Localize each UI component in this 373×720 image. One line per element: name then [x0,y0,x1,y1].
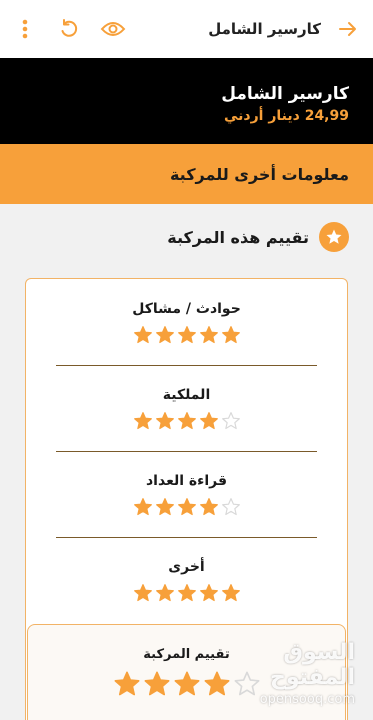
rating-item-label: أخرى [168,559,205,575]
rating-item: الملكية [26,387,347,431]
watermark-latin: opensooq.com [259,692,355,707]
product-banner: كارسير الشامل 24,99 دينار أردني [0,58,373,144]
back-button[interactable] [335,16,361,42]
refresh-icon [61,19,78,37]
rating-item: أخرى [26,559,347,603]
eye-icon [100,22,126,36]
section-title: معلومات أخرى للمركبة [169,164,349,184]
product-name: كارسير الشامل [221,84,349,104]
divider [56,537,317,538]
top-bar: كارسير الشامل [0,0,373,58]
star-empty-icon[interactable] [221,411,241,431]
page-title: كارسير الشامل [208,20,321,38]
view-button[interactable] [100,16,126,42]
rating-item: قراءة العداد [26,473,347,517]
star-rating[interactable] [26,325,347,345]
star-filled-icon[interactable] [133,411,153,431]
star-rating[interactable] [26,411,347,431]
star-filled-icon[interactable] [155,411,175,431]
more-vertical-icon [22,19,28,39]
star-filled-icon[interactable] [177,325,197,345]
arrow-right-icon [339,22,356,36]
rating-title: تقييم هذه المركبة [167,227,309,247]
star-filled-icon[interactable] [133,325,153,345]
divider [56,451,317,452]
star-filled-icon[interactable] [155,583,175,603]
rating-item-label: الملكية [162,387,211,403]
star-filled-icon[interactable] [173,670,201,698]
product-price: 24,99 دينار أردني [224,108,349,124]
divider [56,365,317,366]
star-filled-icon[interactable] [155,497,175,517]
star-filled-icon[interactable] [221,583,241,603]
rating-item-label: حوادث / مشاكل [132,301,241,317]
star-filled-icon[interactable] [177,411,197,431]
star-filled-icon[interactable] [133,497,153,517]
star-filled-icon[interactable] [199,497,219,517]
rating-badge [319,222,349,252]
star-filled-icon[interactable] [199,411,219,431]
star-filled-icon[interactable] [177,497,197,517]
refresh-button[interactable] [56,16,82,42]
watermark: السوق المفتوح opensooq.com [205,640,355,707]
watermark-arabic: السوق المفتوح [269,640,355,690]
rating-item-label: قراءة العداد [146,473,227,489]
star-rating[interactable] [26,583,347,603]
star-empty-icon[interactable] [221,497,241,517]
star-filled-icon[interactable] [177,583,197,603]
star-filled-icon[interactable] [133,583,153,603]
star-icon [326,229,342,244]
star-filled-icon[interactable] [199,583,219,603]
section-header: معلومات أخرى للمركبة [0,144,373,204]
star-filled-icon[interactable] [143,670,171,698]
star-filled-icon[interactable] [221,325,241,345]
star-filled-icon[interactable] [113,670,141,698]
more-options-button[interactable] [12,16,38,42]
star-filled-icon[interactable] [199,325,219,345]
rating-item: حوادث / مشاكل [26,301,347,345]
star-rating[interactable] [26,497,347,517]
star-filled-icon[interactable] [155,325,175,345]
rating-header: تقييم هذه المركبة [167,222,349,252]
